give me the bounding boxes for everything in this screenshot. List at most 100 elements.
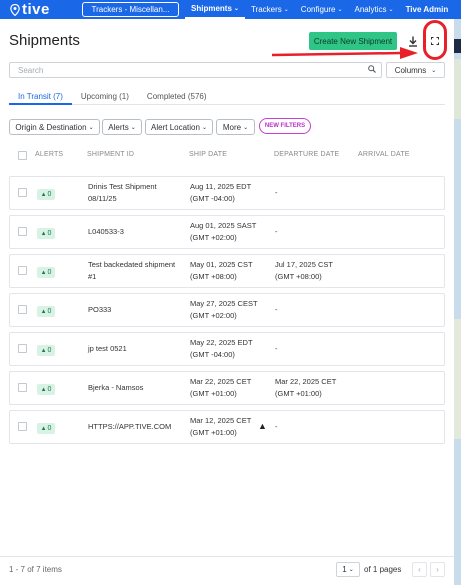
shipment-id-line: HTTPS://APP.TIVE.COM [88, 422, 172, 431]
filter-label: More [222, 122, 242, 132]
table-row[interactable]: ▲ 0 PO333 May 27, 2025 CEST (GMT +02:00) - [9, 293, 445, 327]
filter-origin-destination[interactable]: Origin & Destination ⌄ [9, 119, 100, 135]
alert-count: 0 [47, 308, 52, 315]
tab-upcoming[interactable]: Upcoming (1) [72, 90, 138, 105]
table-row[interactable]: ▲ 0 Test backedated shipment #1 May 01, 2025… [9, 254, 445, 288]
search-input[interactable] [10, 63, 350, 77]
search-icon[interactable] [368, 65, 376, 75]
brand-name: tive [22, 1, 50, 18]
column-header-ship-date[interactable]: SHIP DATE [189, 151, 227, 158]
shipment-id[interactable]: Drinis Test Shipment 08/11/25 [88, 181, 157, 205]
departure-date-line: (GMT +01:00) [275, 389, 322, 398]
shipment-id[interactable]: Bjerka - Namsos [88, 382, 143, 394]
nav-item-shipments[interactable]: Shipments ⌄ [185, 0, 245, 19]
shipment-id[interactable]: PO333 [88, 304, 111, 316]
tab-in-transit[interactable]: In Transit (7) [9, 90, 72, 105]
page-number: 1 [342, 565, 347, 574]
row-checkbox[interactable] [18, 383, 27, 392]
columns-dropdown[interactable]: Columns ⌄ [386, 62, 445, 78]
next-page-button[interactable]: › [430, 562, 445, 577]
status-tabs: In Transit (7) Upcoming (1) Completed (576… [9, 90, 445, 105]
alert-count: 0 [47, 347, 52, 354]
table-row[interactable]: ▲ 0 Bjerka - Namsos Mar 22, 2025 CET (GMT +0… [9, 371, 445, 405]
ship-date-line: Mar 22, 2025 CET [190, 377, 252, 386]
row-checkbox[interactable] [18, 227, 27, 236]
page-total: of 1 pages [364, 565, 402, 574]
shipment-id-line: #1 [88, 272, 97, 281]
departure-date-line: - [275, 344, 278, 353]
filter-more[interactable]: More ⌄ [216, 119, 255, 135]
shipment-id-line: L040533-3 [88, 227, 124, 236]
nav-item-tive-admin[interactable]: Tive Admin [400, 0, 455, 19]
shipment-id[interactable]: jp test 0521 [88, 343, 127, 355]
annotation-arrow [272, 47, 418, 59]
pagination-footer: 1 - 7 of 7 items 1 ⌄ of 1 pages ‹ › [0, 556, 454, 585]
table-row[interactable]: ▲ 0 Drinis Test Shipment 08/11/25 Aug 11, 20… [9, 176, 445, 210]
alert-count-badge: ▲ 0 [37, 267, 55, 278]
new-filters-button[interactable]: NEW FILTERS [259, 118, 311, 134]
departure-date: - [275, 421, 278, 433]
table-row[interactable]: ▲ 0 jp test 0521 May 22, 2025 EDT (GMT -04:0… [9, 332, 445, 366]
ship-date: Mar 12, 2025 CET (GMT +01:00) [190, 415, 251, 439]
ship-date: Aug 01, 2025 SAST (GMT +02:00) [190, 220, 256, 244]
tracker-selector[interactable]: Trackers - Miscellan... [82, 2, 179, 17]
filter-label: Origin & Destination [15, 122, 87, 132]
departure-date: Jul 17, 2025 CST (GMT +08:00) [275, 259, 333, 283]
ship-date: Mar 22, 2025 CET (GMT +01:00) [190, 376, 251, 400]
shipment-id-line: 08/11/25 [88, 194, 117, 203]
previous-page-button[interactable]: ‹ [412, 562, 427, 577]
column-header-departure-date[interactable]: DEPARTURE DATE [274, 151, 339, 158]
departure-date-line: Jul 17, 2025 CST [275, 260, 333, 269]
triangle-up-icon: ▲ [40, 191, 47, 198]
row-checkbox[interactable] [18, 422, 27, 431]
row-checkbox[interactable] [18, 305, 27, 314]
triangle-up-icon: ▲ [40, 269, 47, 276]
row-checkbox[interactable] [18, 344, 27, 353]
alert-count-badge: ▲ 0 [37, 189, 55, 200]
filter-alerts[interactable]: Alerts ⌄ [102, 119, 142, 135]
ship-date: May 27, 2025 CEST (GMT +02:00) [190, 298, 258, 322]
departure-date: - [275, 226, 278, 238]
nav-item-trackers[interactable]: Trackers ⌄ [245, 0, 295, 19]
alert-count-badge: ▲ 0 [37, 345, 55, 356]
shipment-id[interactable]: HTTPS://APP.TIVE.COM [88, 421, 171, 433]
alert-count-badge: ▲ 0 [37, 228, 55, 239]
chevron-down-icon: ⌄ [283, 7, 289, 13]
column-header-alerts[interactable]: ALERTS [35, 151, 63, 158]
shipment-id[interactable]: Test backedated shipment #1 [88, 259, 175, 283]
alert-count: 0 [47, 386, 52, 393]
triangle-up-icon: ▲ [40, 308, 47, 315]
row-checkbox[interactable] [18, 188, 27, 197]
table-row[interactable]: ▲ 0 HTTPS://APP.TIVE.COM Mar 12, 2025 CET (G… [9, 410, 445, 444]
tive-logo[interactable]: tive [10, 1, 70, 18]
ship-date-line: Aug 01, 2025 SAST [190, 221, 257, 230]
shipment-id-line: Drinis Test Shipment [88, 182, 157, 191]
tab-completed[interactable]: Completed (576) [138, 90, 216, 105]
alert-count: 0 [47, 425, 52, 432]
alert-count: 0 [47, 191, 52, 198]
shipment-id[interactable]: L040533-3 [88, 226, 124, 238]
column-header-shipment-id[interactable]: SHIPMENT ID [87, 151, 134, 158]
row-checkbox[interactable] [18, 266, 27, 275]
nav-menu: Shipments ⌄ Trackers ⌄ Configure ⌄ Analytics ⌄ T… [185, 0, 454, 19]
departure-date-line: - [275, 422, 278, 431]
ship-date-line: (GMT -04:00) [190, 350, 235, 359]
departure-date-line: - [275, 227, 278, 236]
chevron-down-icon: ⌄ [337, 7, 343, 13]
departure-date: - [275, 187, 278, 199]
annotation-circle [423, 20, 447, 60]
table-row[interactable]: ▲ 0 L040533-3 Aug 01, 2025 SAST (GMT +02:00)… [9, 215, 445, 249]
ship-date-line: Mar 12, 2025 CET [190, 416, 252, 425]
items-count: 1 - 7 of 7 items [9, 565, 62, 574]
departure-date: - [275, 304, 278, 316]
columns-label: Columns [394, 65, 427, 75]
nav-item-analytics[interactable]: Analytics ⌄ [349, 0, 400, 19]
nav-item-label: Analytics [354, 5, 387, 14]
chevron-down-icon: ⌄ [130, 124, 136, 131]
filter-alert-location[interactable]: Alert Location ⌄ [145, 119, 213, 135]
column-header-arrival-date[interactable]: ARRIVAL DATE [358, 151, 410, 158]
nav-item-configure[interactable]: Configure ⌄ [295, 0, 349, 19]
select-all-checkbox[interactable] [18, 151, 27, 160]
nav-item-label: Shipments [191, 4, 232, 13]
page-select[interactable]: 1 ⌄ [336, 562, 360, 577]
